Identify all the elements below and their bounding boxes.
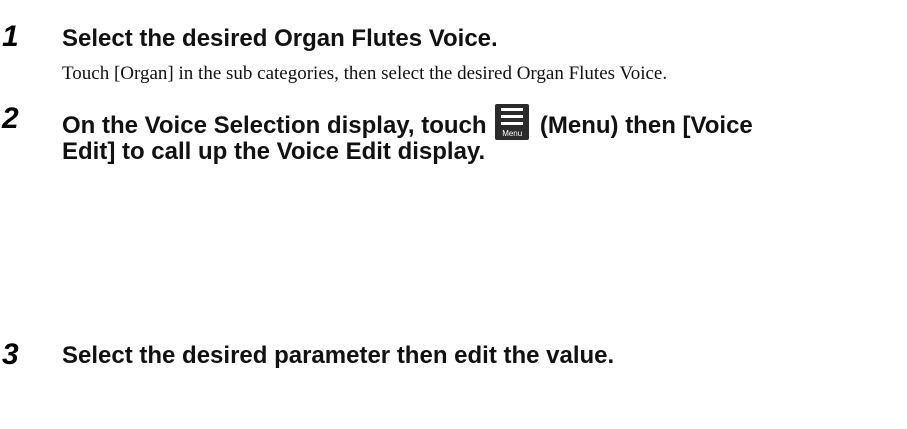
step-title: Select the desired parameter then edit t… — [62, 342, 615, 369]
step-title: Select the desired Organ Flutes Voice. — [62, 25, 498, 52]
step-title-text: On the Voice Selection display, touch — [62, 112, 487, 139]
menu-bar — [501, 108, 524, 111]
step-number: 3 — [2, 338, 19, 371]
menu-bar — [501, 115, 524, 118]
menu-bar — [501, 122, 524, 125]
step-title-line-2: Edit] to call up the Voice Edit display. — [62, 138, 486, 165]
step-number: 1 — [2, 20, 19, 53]
menu-icon-caption: Menu — [502, 129, 523, 138]
step-instruction: Touch [Organ] in the sub categories, the… — [62, 63, 668, 84]
step-title-text: (Menu) then [Voice — [539, 112, 753, 139]
menu-icon: Menu — [495, 104, 530, 140]
step-number: 2 — [2, 102, 19, 135]
